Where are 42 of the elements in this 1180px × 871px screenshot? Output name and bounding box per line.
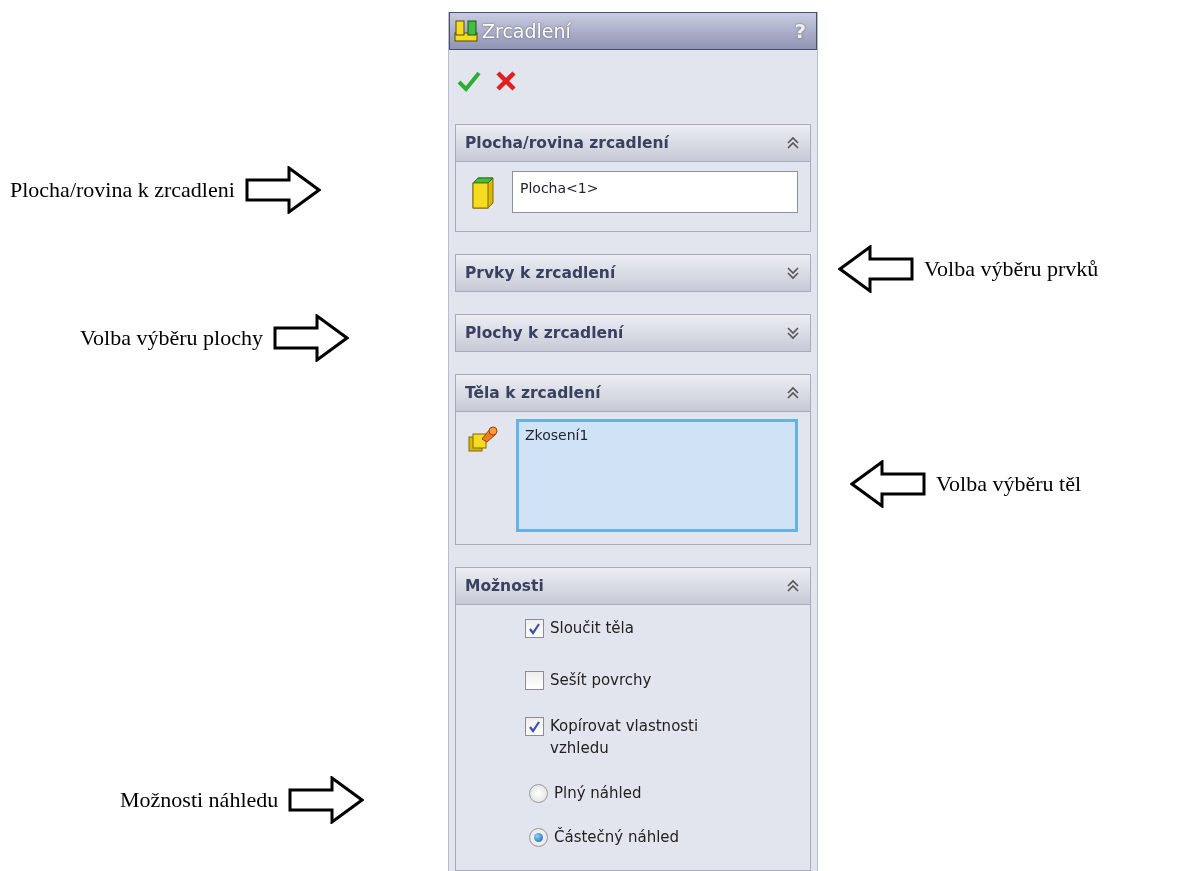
option-label: Částečný náhled	[554, 826, 680, 848]
radio-button[interactable]	[529, 784, 548, 803]
collapse-icon[interactable]	[786, 136, 800, 150]
option-label: Sloučit těla	[550, 618, 634, 639]
arrow-icon	[272, 314, 349, 362]
callout-text: Volba výběru prvků	[924, 256, 1099, 282]
collapse-icon[interactable]	[786, 579, 800, 593]
panel-title: Zrcadlení	[482, 20, 572, 42]
section-title: Možnosti	[465, 577, 545, 595]
callout-text: Plocha/rovina k zrcadleni	[10, 177, 235, 203]
callout-text: Volba výběru těl	[936, 471, 1081, 497]
section-header[interactable]: Možnosti	[456, 568, 810, 604]
selection-field[interactable]: Plocha<1>	[512, 171, 798, 213]
callout-text: Možnosti náhledu	[120, 787, 279, 813]
callout-text: Volba výběru plochy	[80, 325, 263, 351]
section-header[interactable]: Prvky k zrcadlení	[456, 255, 810, 291]
option-label: Kopírovat vlastnosti vzhledu	[550, 716, 700, 759]
arrow-icon	[288, 776, 365, 824]
option-label: Sešít povrchy	[550, 670, 652, 691]
section-header[interactable]: Plocha/rovina zrcadlení	[456, 125, 810, 161]
arrow-icon	[244, 166, 321, 214]
section-header[interactable]: Těla k zrcadlení	[456, 375, 810, 411]
section-header[interactable]: Plochy k zrcadlení	[456, 315, 810, 351]
section-title: Plochy k zrcadlení	[465, 324, 625, 342]
radio-button[interactable]	[529, 828, 548, 847]
arrow-icon	[838, 245, 914, 293]
selection-list[interactable]: Zkosení1	[516, 419, 798, 532]
cube-icon	[472, 177, 494, 209]
section-title: Těla k zrcadlení	[465, 384, 602, 402]
arrow-icon	[850, 460, 926, 508]
bodies-icon	[468, 425, 498, 453]
mirror-icon	[454, 19, 478, 43]
section-title: Plocha/rovina zrcadlení	[465, 134, 670, 152]
collapse-icon[interactable]	[786, 386, 800, 400]
checkbox[interactable]	[525, 619, 544, 638]
section-title: Prvky k zrcadlení	[465, 264, 617, 282]
close-icon[interactable]	[495, 70, 517, 92]
option-label: Plný náhled	[554, 783, 642, 804]
expand-icon[interactable]	[786, 326, 800, 340]
expand-icon[interactable]	[786, 266, 800, 280]
checkbox[interactable]	[525, 717, 544, 736]
checkbox[interactable]	[525, 671, 544, 690]
